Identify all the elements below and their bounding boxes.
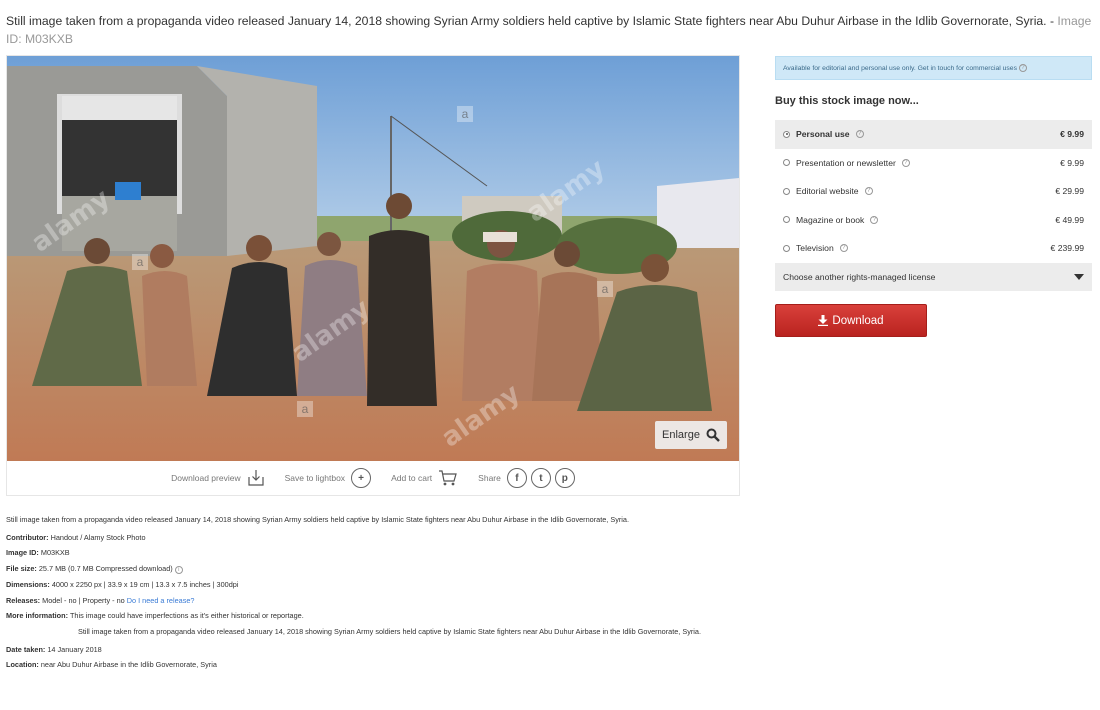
contributor-label: Contributor: [6, 532, 49, 542]
contributor-value: Handout / Alamy Stock Photo [50, 532, 146, 542]
more-info-description: Still image taken from a propaganda vide… [78, 627, 702, 637]
date-taken-value: 14 January 2018 [47, 644, 102, 654]
download-button[interactable]: Download [775, 304, 927, 337]
releases-label: Releases: [6, 595, 41, 605]
enlarge-button[interactable]: Enlarge [655, 421, 727, 449]
license-option-magazine[interactable]: Magazine or book? € 49.99 [775, 206, 1092, 235]
help-icon[interactable]: ? [855, 130, 864, 139]
buy-heading: Buy this stock image now... [775, 95, 919, 107]
magnifier-icon [706, 428, 720, 442]
radio-icon[interactable] [783, 159, 790, 167]
file-size-row: File size: 25.7 MB (0.7 MB Compressed do… [6, 564, 746, 574]
image-details: Still image taken from a propaganda vide… [6, 515, 746, 676]
license-label: Editorial website [796, 186, 859, 197]
plus-circle-icon: + [351, 468, 372, 488]
license-label: Magazine or book [796, 214, 865, 225]
page-title-text: Still image taken from a propaganda vide… [6, 14, 1055, 28]
help-icon[interactable]: ? [864, 187, 873, 196]
watermark-logo: a [457, 106, 473, 122]
image-id-label: Image ID: [6, 548, 39, 558]
download-label: Download [832, 314, 884, 327]
radio-icon[interactable] [783, 244, 790, 252]
license-option-editorial-website[interactable]: Editorial website? € 29.99 [775, 177, 1092, 206]
image-description: Still image taken from a propaganda vide… [6, 515, 630, 524]
cart-icon [439, 470, 457, 486]
releases-row: Releases: Model - no | Property - no Do … [6, 596, 746, 606]
caret-down-icon [1074, 273, 1084, 280]
license-option-television[interactable]: Television? € 239.99 [775, 234, 1092, 263]
releases-value: Model - no | Property - no [42, 595, 125, 605]
help-icon[interactable]: ? [870, 215, 879, 224]
twitter-icon[interactable]: t [530, 468, 551, 488]
dimensions-label: Dimensions: [6, 580, 50, 590]
watermark-logo: a [597, 281, 613, 297]
license-option-presentation[interactable]: Presentation or newsletter? € 9.99 [775, 149, 1092, 178]
license-price: € 239.99 [1050, 243, 1084, 254]
location-row: Location: near Abu Duhur Airbase in the … [6, 660, 746, 670]
save-to-lightbox-button[interactable]: Save to lightbox + [284, 468, 372, 488]
pinterest-icon[interactable]: p [554, 468, 575, 488]
download-tray-icon [247, 470, 264, 486]
license-price: € 9.99 [1060, 157, 1084, 168]
help-icon[interactable]: ? [901, 158, 910, 167]
more-info-label: More information: [6, 611, 69, 621]
download-preview-label: Download preview [171, 473, 241, 483]
facebook-icon[interactable]: f [506, 468, 527, 488]
page-title: Still image taken from a propaganda vide… [6, 12, 1096, 48]
license-label: Personal use [796, 129, 850, 140]
more-info-value: This image could have imperfections as i… [69, 611, 304, 621]
license-options: Personal use? € 9.99 Presentation or new… [775, 120, 1092, 291]
contributor-row: Contributor: Handout / Alamy Stock Photo [6, 533, 746, 543]
image-id-row: Image ID: M03KXB [6, 548, 746, 558]
license-price: € 9.99 [1060, 129, 1084, 140]
watermark-logo: a [297, 401, 313, 417]
info-icon[interactable]: i [174, 565, 183, 574]
location-label: Location: [6, 660, 39, 670]
license-price: € 49.99 [1055, 214, 1084, 225]
license-price: € 29.99 [1055, 186, 1084, 197]
image-card: alamy alamy alamy alamy a a a a Enlarge … [6, 55, 740, 496]
save-to-lightbox-label: Save to lightbox [284, 473, 346, 483]
radio-selected-icon[interactable] [783, 130, 790, 138]
location-value: near Abu Duhur Airbase in the Idlib Gove… [40, 660, 217, 670]
help-icon[interactable]: ? [1018, 64, 1027, 72]
share-label: Share [478, 473, 501, 483]
image-action-bar: Download preview Save to lightbox + Add … [7, 461, 739, 495]
radio-icon[interactable] [783, 187, 790, 195]
file-size-value: 25.7 MB (0.7 MB Compressed download) [38, 563, 173, 573]
date-taken-label: Date taken: [6, 644, 46, 654]
file-size-label: File size: [6, 563, 37, 573]
license-label: Television [796, 243, 834, 254]
image-id-value: M03KXB [40, 548, 70, 558]
date-taken-row: Date taken: 14 January 2018 [6, 645, 746, 655]
more-info-row: More information: This image could have … [6, 611, 746, 621]
choose-license-dropdown[interactable]: Choose another rights-managed license [775, 262, 1092, 291]
watermark-logo: a [132, 254, 148, 270]
stock-photo[interactable]: alamy alamy alamy alamy a a a a Enlarge [7, 56, 739, 461]
usage-notice-text: Available for editorial and personal use… [783, 64, 1017, 72]
license-label: Presentation or newsletter [796, 157, 896, 168]
choose-license-label: Choose another rights-managed license [783, 271, 936, 282]
share-group: Share f t p [478, 468, 575, 488]
enlarge-label: Enlarge [662, 429, 700, 441]
dimensions-value: 4000 x 2250 px | 33.9 x 19 cm | 13.3 x 7… [51, 580, 239, 590]
usage-notice: Available for editorial and personal use… [775, 56, 1092, 80]
dimensions-row: Dimensions: 4000 x 2250 px | 33.9 x 19 c… [6, 580, 746, 590]
release-help-link[interactable]: Do I need a release? [127, 596, 195, 605]
add-to-cart-button[interactable]: Add to cart [391, 469, 458, 487]
radio-icon[interactable] [783, 216, 790, 224]
add-to-cart-label: Add to cart [391, 473, 433, 483]
download-arrow-icon [818, 315, 829, 326]
photo-illustration [7, 56, 739, 461]
license-option-personal[interactable]: Personal use? € 9.99 [775, 120, 1092, 149]
download-preview-button[interactable]: Download preview [171, 469, 264, 487]
help-icon[interactable]: ? [839, 244, 848, 253]
